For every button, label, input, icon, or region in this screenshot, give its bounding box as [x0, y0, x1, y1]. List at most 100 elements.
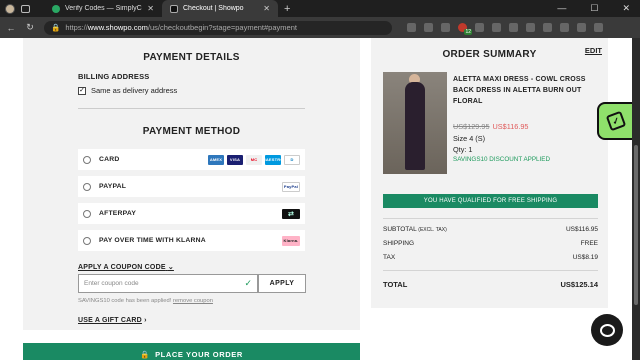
more-menu-icon[interactable] [577, 23, 586, 32]
favorites-star-icon[interactable] [424, 23, 433, 32]
read-aloud-icon[interactable] [407, 23, 416, 32]
extension-icon[interactable] [492, 23, 501, 32]
payment-method-title: PAYMENT METHOD [142, 126, 241, 137]
maestro-icon: MAESTRO [262, 154, 284, 165]
order-summary-panel: ORDER SUMMARY EDIT ALETTA MAXI DRESS - C… [371, 38, 608, 308]
payment-option-klarna[interactable]: PAY OVER TIME WITH KLARNA Klarna. [78, 230, 305, 251]
radio-icon[interactable] [83, 182, 91, 191]
chat-bubble-icon [599, 323, 615, 337]
payment-option-label: PAY OVER TIME WITH KLARNA [99, 237, 206, 244]
paypal-icon: PayPal [282, 181, 300, 192]
payment-details-title: PAYMENT DETAILS [143, 52, 240, 63]
subtotal-note: (EXCL. TAX) [418, 227, 447, 233]
checkbox-checked-icon[interactable]: ✓ [78, 86, 86, 95]
coupon-applied-message: SAVINGS10 code has been applied! remove … [78, 298, 213, 304]
same-as-delivery-checkbox-row[interactable]: ✓ Same as delivery address [78, 86, 177, 95]
tab-actions-icon[interactable] [21, 4, 30, 13]
tab-simplycodes[interactable]: Verify Codes — SimplyCodes ✕ [44, 0, 162, 17]
free-shipping-banner: YOU HAVE QUALIFIED FOR FREE SHIPPING [383, 194, 598, 208]
close-tab-icon[interactable]: ✕ [263, 4, 270, 13]
sale-price: US$116.95 [492, 122, 529, 131]
remove-coupon-link[interactable]: remove coupon [173, 298, 213, 304]
same-as-delivery-label: Same as delivery address [91, 86, 178, 95]
extension-badge-count: 12 [464, 29, 472, 35]
tab-title: Checkout | Showpo [183, 5, 244, 12]
address-bar-row: ← ↻ 🔒 https://www.showpo.com/us/checkout… [0, 17, 640, 38]
rewards-side-tab[interactable]: ✓ [597, 102, 632, 140]
place-order-label: PLACE YOUR ORDER [155, 349, 243, 359]
discount-applied-note: SAVINGS10 DISCOUNT APPLIED [453, 156, 551, 163]
extension-icon[interactable] [509, 23, 518, 32]
extension-badge-icon[interactable]: 12 [458, 23, 472, 35]
payment-option-afterpay[interactable]: AFTERPAY ⇄ [78, 203, 305, 224]
tab-showpo-checkout[interactable]: Checkout | Showpo ✕ [162, 0, 278, 17]
chevron-down-icon: ⌄ [167, 264, 174, 271]
close-tab-icon[interactable]: ✕ [147, 4, 154, 13]
total-label: TOTAL [383, 280, 408, 289]
payment-option-paypal[interactable]: PAYPAL PayPal [78, 176, 305, 197]
simplycodes-favicon-icon [52, 4, 60, 13]
payment-option-label: AFTERPAY [99, 210, 137, 217]
product-price: US$129.95 US$116.95 [453, 122, 529, 131]
radio-icon[interactable] [83, 236, 91, 245]
shipping-label: SHIPPING [383, 240, 415, 247]
profile-avatar[interactable] [5, 3, 15, 14]
afterpay-icon: ⇄ [282, 208, 300, 219]
url-prefix: https:// [65, 23, 88, 32]
subtotal-value: US$116.95 [565, 226, 598, 233]
payment-option-label: PAYPAL [99, 183, 127, 190]
scrollbar-thumb[interactable] [634, 145, 638, 305]
url-host: www.showpo.com [87, 23, 148, 32]
split-screen-icon[interactable] [526, 23, 535, 32]
url-path: /us/checkoutbegin?stage=payment#payment [147, 23, 297, 32]
radio-icon[interactable] [83, 209, 91, 218]
collections-icon[interactable] [560, 23, 569, 32]
klarna-icon: Klarna. [282, 235, 300, 246]
applied-text: SAVINGS10 code has been applied! [78, 298, 172, 304]
tab-title: Verify Codes — SimplyCodes [65, 5, 142, 12]
showpo-favicon-icon [170, 4, 178, 13]
tag-icon: ✓ [605, 110, 626, 132]
subtotal-row: SUBTOTAL (EXCL. TAX) US$116.95 [383, 226, 598, 233]
favorites-icon[interactable] [543, 23, 552, 32]
amex-icon: AMEX [208, 154, 224, 165]
product-image[interactable] [383, 72, 447, 174]
apply-coupon-button[interactable]: APPLY [258, 274, 306, 293]
refresh-icon[interactable]: ↻ [25, 22, 35, 33]
gift-card-label: USE A GIFT CARD [78, 317, 142, 324]
lock-icon: 🔒 [140, 349, 151, 359]
coupon-code-input[interactable]: Enter coupon code ✓ [78, 274, 258, 293]
use-gift-card-link[interactable]: USE A GIFT CARD › [78, 317, 147, 324]
mastercard-icon: MC [246, 154, 262, 165]
minimize-icon[interactable]: — [557, 3, 566, 14]
tax-value: US$8.19 [572, 254, 598, 261]
radio-icon[interactable] [83, 155, 91, 164]
apply-coupon-toggle[interactable]: APPLY A COUPON CODE ⌄ [78, 263, 174, 271]
checkout-page: PAYMENT DETAILS BILLING ADDRESS ✓ Same a… [0, 38, 632, 360]
total-row: TOTAL US$125.14 [383, 280, 598, 289]
back-icon[interactable]: ← [6, 23, 16, 33]
copilot-icon[interactable] [594, 23, 603, 32]
payment-option-card[interactable]: CARD AMEX VISA MC MAESTRO D [78, 149, 305, 170]
divider [78, 108, 305, 109]
extension-icon[interactable] [441, 23, 450, 32]
maximize-icon[interactable]: ☐ [590, 3, 598, 14]
check-icon: ✓ [244, 278, 252, 288]
product-qty: Qty: 1 [453, 145, 473, 154]
divider [383, 218, 598, 219]
billing-address-label: BILLING ADDRESS [78, 72, 150, 81]
extension-icon[interactable] [475, 23, 484, 32]
chevron-right-icon: › [144, 317, 147, 324]
new-tab-icon[interactable]: + [284, 3, 290, 15]
close-window-icon[interactable]: ✕ [622, 3, 630, 14]
chat-support-button[interactable] [591, 314, 623, 346]
tax-label: TAX [383, 254, 396, 261]
diners-icon: D [284, 154, 300, 165]
shipping-row: SHIPPING FREE [383, 240, 598, 247]
coupon-placeholder: Enter coupon code [84, 280, 139, 287]
url-field[interactable]: 🔒 https://www.showpo.com/us/checkoutbegi… [44, 20, 392, 35]
shipping-value: FREE [580, 240, 598, 247]
product-name[interactable]: ALETTA MAXI DRESS - COWL CROSS BACK DRES… [453, 74, 603, 107]
place-order-button[interactable]: 🔒 PLACE YOUR ORDER [23, 343, 360, 360]
edit-cart-link[interactable]: EDIT [585, 46, 602, 55]
